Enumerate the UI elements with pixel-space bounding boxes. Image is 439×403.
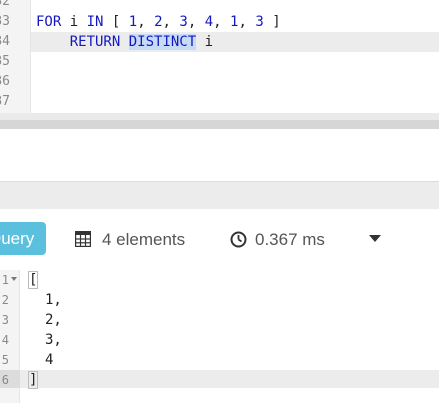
clock-icon [230, 231, 247, 248]
number: 4 [204, 14, 214, 30]
keyword-in: IN [86, 14, 104, 30]
results-toolbar: Query 4 elements 0.367 ms [0, 209, 439, 270]
line-number: 1 [1, 273, 9, 287]
result-gutter: 1 2 3 4 5 6 [0, 270, 20, 403]
variable: i [69, 14, 79, 30]
bracket: ] [27, 371, 39, 389]
result-output[interactable]: 1 2 3 4 5 6 [ 1, 2, 3, 4 ] [0, 270, 439, 403]
line-number: 32 [0, 0, 10, 9]
line-number: 34 [0, 34, 10, 49]
number: 2 [154, 14, 163, 30]
line-number: 36 [0, 74, 10, 89]
line-number: 5 [1, 353, 9, 367]
comma: , [162, 14, 171, 30]
fold-caret-icon[interactable] [11, 277, 17, 281]
comma: , [187, 14, 197, 30]
execution-time: 0.367 ms [255, 230, 325, 249]
number: 3 [179, 14, 188, 30]
caret-down-icon[interactable] [369, 235, 381, 242]
comma: , [213, 14, 222, 30]
json-value: 4 [45, 352, 54, 368]
bracket: [ [27, 271, 39, 289]
json-open-bracket: [ [27, 271, 39, 289]
output-spacer [0, 129, 439, 181]
line-number: 33 [0, 14, 10, 29]
table-icon [75, 231, 91, 247]
active-line-highlight [20, 370, 439, 388]
editor-scrollbar[interactable] [0, 113, 439, 120]
editor-gutter: 32 33 34 35 36 37 [0, 0, 31, 120]
comma: , [238, 14, 247, 30]
number: 1 [128, 14, 138, 30]
json-value: 2, [45, 312, 62, 328]
keyword-return: RETURN [69, 34, 121, 50]
line-number: 35 [0, 54, 10, 69]
query-editor[interactable]: 32 33 34 35 36 37 FOR i IN [ 1, 2, 3, 4,… [0, 0, 439, 120]
editor-resize-handle[interactable] [0, 120, 439, 129]
line-number: 4 [1, 333, 9, 347]
json-value: 3, [45, 332, 62, 348]
results-divider [0, 181, 439, 209]
elements-count: 4 elements [102, 230, 186, 249]
line-number: 6 [1, 373, 9, 387]
json-value: 1, [45, 292, 62, 308]
keyword-for: FOR [36, 14, 62, 30]
json-close-bracket: ] [27, 371, 39, 389]
code-line-return[interactable]: RETURN DISTINCT i [36, 32, 213, 52]
comma: , [137, 14, 146, 30]
keyword-distinct-selected: DISTINCT [128, 34, 197, 50]
query-button[interactable]: Query [0, 222, 46, 255]
line-number: 37 [0, 94, 10, 109]
line-number: 2 [1, 293, 9, 307]
variable: i [204, 34, 214, 50]
number: 3 [255, 14, 264, 30]
line-number: 3 [1, 313, 9, 327]
open-bracket: [ [111, 14, 121, 30]
close-bracket: ] [272, 14, 281, 30]
code-line-for[interactable]: FOR i IN [ 1, 2, 3, 4, 1, 3 ] [36, 12, 281, 32]
